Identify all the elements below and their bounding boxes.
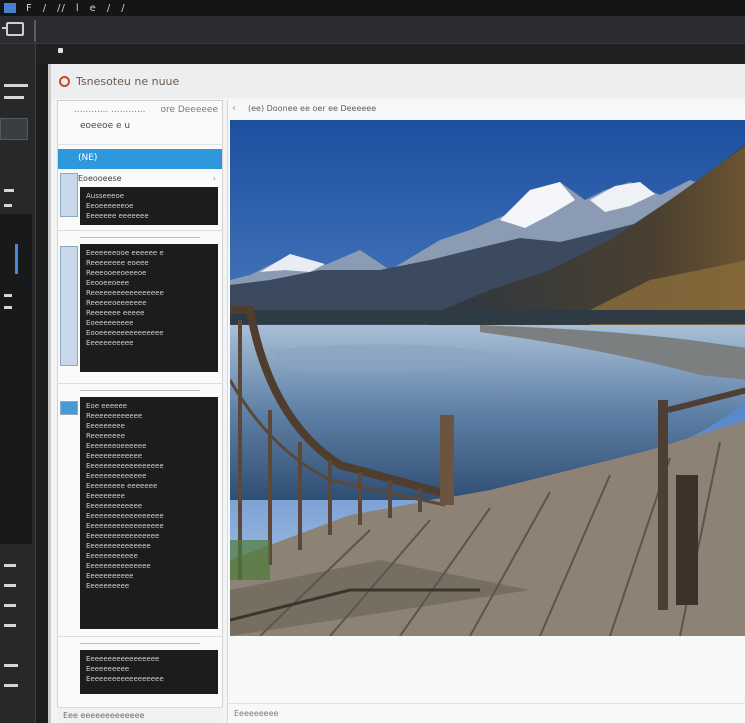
toolbar: [0, 16, 745, 44]
sidebar-item-selected[interactable]: (NE): [58, 149, 222, 169]
menu-item-6[interactable]: /: [107, 3, 111, 14]
tool-icon[interactable]: [4, 624, 16, 627]
tool-icon[interactable]: [4, 294, 12, 297]
back-icon[interactable]: [2, 22, 24, 36]
list-group[interactable]: Eeeeeeeeeeeeeeeee Eeeeeeeeee Eeeeeeeeeee…: [58, 650, 222, 702]
window-titlebar: Tsnesoteu ne nuue: [51, 64, 745, 98]
image-viewer: ‹ (ee) Doonee ee oer ee Deeeeee Eeeeeeee…: [227, 100, 745, 723]
list-item-text: Reeeooeeoeeeoe: [86, 269, 147, 277]
tool-icon[interactable]: [4, 189, 14, 192]
menu-bar: F / // l e / /: [0, 0, 745, 16]
divider: [80, 237, 200, 238]
divider: [80, 390, 200, 391]
list-group[interactable]: Eoe eeeeee Reeeeeeeeeeee Eeeeeeeee Reeee…: [58, 397, 222, 637]
tool-icon[interactable]: [4, 306, 12, 309]
list-item-text: Reeeeeee eeeee: [86, 309, 145, 317]
list-item-text: Eeeeeeeeeee: [86, 572, 134, 580]
viewer-caption: (ee) Doonee ee oer ee Deeeeee: [248, 104, 377, 113]
list-item-text: Eeeeeeeeeee: [86, 339, 134, 347]
list-item-text: Eoeeeeeeeee: [86, 319, 134, 327]
list-group[interactable]: Eeeeeeeooe eeeeee e Reeeeeeee eoeee Reee…: [58, 244, 222, 384]
group-title: Eoeooeese: [78, 174, 122, 183]
list-item-text: Eeeeeeeee: [86, 422, 125, 430]
menu-item-4[interactable]: l: [76, 3, 80, 14]
close-icon[interactable]: ›: [213, 174, 216, 183]
sidebar-footer: Eee eeeeeeeeeeeee: [57, 707, 223, 723]
window-title: Tsnesoteu ne nuue: [76, 74, 180, 88]
list-item-text: Eeeeeeeeee: [86, 582, 130, 590]
sidebar-panel: ............ ............ ore Deeeeee eo…: [57, 100, 223, 723]
viewer-mark-icon: ‹: [232, 103, 236, 114]
menu-item-3[interactable]: //: [57, 3, 66, 14]
list-item-text: Eeeeeeeooe eeeeee e: [86, 249, 164, 257]
list-item-text: Ausseeeoe: [86, 192, 125, 200]
document-window: Tsnesoteu ne nuue ............ .........…: [48, 64, 745, 723]
sidebar-header-right[interactable]: ore Deeeeee: [160, 105, 218, 115]
divider: [80, 643, 200, 644]
list-item-text: Eeeeeeeoeeeeee: [86, 442, 147, 450]
list-item-text: Eeeeeeeeeeee: [86, 552, 138, 560]
landscape-photo[interactable]: [230, 120, 745, 636]
file-thumbnail-icon: [60, 246, 78, 366]
list-item-text: Eooeeeeeeeeeeeeeee: [86, 329, 164, 337]
menu-item-5[interactable]: e: [90, 3, 97, 14]
scroll-indicator[interactable]: [15, 244, 18, 274]
list-item-card[interactable]: Eoe eeeeee Reeeeeeeeeeee Eeeeeeeee Reeee…: [80, 397, 218, 629]
app-logo-icon: [4, 3, 16, 13]
list-item-text: Eeeeeeeeeeeeeee: [86, 562, 151, 570]
list-group[interactable]: Eoeooeese › Ausseeeoe Eeoeeeeeeoe Eeeeee…: [58, 171, 222, 231]
list-item-text: Eeeeeeeeeeeee: [86, 452, 143, 460]
list-item-card[interactable]: Eeeeeeeeeeeeeeeee Eeeeeeeeee Eeeeeeeeeee…: [80, 650, 218, 694]
menu-item-file[interactable]: F: [26, 3, 33, 14]
list-item-text: Eeeeeeeeeeeeeeeeee: [86, 512, 164, 520]
list-item-text: Reeeeeeeeeeeeeeeee: [86, 289, 164, 297]
list-item-text: Eeeeeeeee: [86, 492, 125, 500]
sidebar-header-line2: eoeeoe e u: [80, 121, 131, 131]
list-item-text: Reeeeeeeeeeee: [86, 412, 143, 420]
list-item-text: Reeeeeoeeeeeee: [86, 299, 147, 307]
list-item-text: Eeeeeee eeeeeee: [86, 212, 149, 220]
list-item-text: Reeeeeeee eoeee: [86, 259, 149, 267]
list-item-text: Eeoeeeeeeoe: [86, 202, 134, 210]
tool-icon[interactable]: [4, 584, 16, 587]
list-item-text: Eeooeeoeee: [86, 279, 130, 287]
list-item-text: Eeeeeeeeee: [86, 665, 130, 673]
tool-icon[interactable]: [4, 684, 18, 687]
tool-icon[interactable]: [4, 204, 12, 207]
list-item-text: Eeeeeeeeeeeeee: [86, 472, 147, 480]
list-item-text: Eeeeeeeeeeeee: [86, 502, 143, 510]
tab-dot-icon[interactable]: [58, 48, 63, 53]
tab-strip: [36, 44, 745, 64]
app-icon: [59, 75, 70, 87]
file-thumbnail-icon: [60, 401, 78, 415]
list-item-text: Eeeeeeeeeeeeeeeee: [86, 532, 160, 540]
list-item-text: Eeeeeeeeeeeeeeeeee: [86, 675, 164, 683]
menu-item-7[interactable]: /: [121, 3, 125, 14]
toolbar-divider: [34, 20, 36, 42]
tool-icon[interactable]: [4, 664, 18, 667]
tool-line: [4, 84, 28, 87]
tool-block[interactable]: [0, 118, 28, 140]
tool-icon[interactable]: [4, 564, 16, 567]
list-item-card[interactable]: Ausseeeoe Eeoeeeeeeoe Eeeeeee eeeeeee: [80, 187, 218, 225]
tool-panel: [0, 44, 36, 723]
file-thumbnail-icon: [60, 173, 78, 217]
tool-line: [4, 96, 24, 99]
list-item-text: Eeeeeeeeeeeeeeeee: [86, 655, 160, 663]
list-item-text: Eeeeeeeeeeeeeeeeee: [86, 462, 164, 470]
list-item-card[interactable]: Eeeeeeeooe eeeeee e Reeeeeeee eoeee Reee…: [80, 244, 218, 372]
viewer-header: ‹ (ee) Doonee ee oer ee Deeeeee: [228, 100, 745, 120]
sidebar-header: ............ ............ ore Deeeeee eo…: [58, 101, 222, 145]
tool-icon[interactable]: [4, 604, 16, 607]
list-item-text: Eoe eeeeee: [86, 402, 128, 410]
menu-item-2[interactable]: /: [43, 3, 47, 14]
list-item-text: Eeeeeeeeeeeeeee: [86, 542, 151, 550]
viewer-footer: Eeeeeeeee: [228, 703, 745, 723]
list-item-text: Eeeeeeeee eeeeeee: [86, 482, 158, 490]
list-item-text: Eeeeeeeeeeeeeeeeee: [86, 522, 164, 530]
list-item-text: Reeeeeeee: [86, 432, 126, 440]
